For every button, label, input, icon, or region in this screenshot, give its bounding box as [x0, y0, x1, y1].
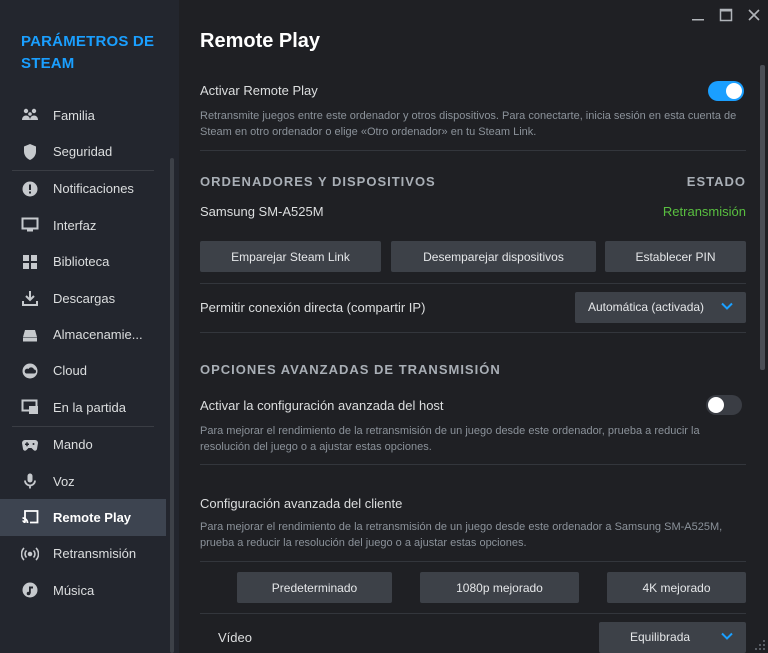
unpair-devices-button[interactable]: Desemparejar dispositivos — [391, 241, 596, 272]
divider — [200, 332, 746, 333]
sidebar-title: PARÁMETROS DE STEAM — [21, 33, 155, 72]
sidebar-item-label: En la partida — [53, 399, 126, 415]
device-status: Retransmisión — [662, 204, 746, 219]
sidebar-item-label: Cloud — [53, 363, 87, 379]
sidebar-item-notifications[interactable]: Notificaciones — [0, 171, 166, 207]
divider — [200, 150, 746, 151]
divider — [200, 464, 746, 465]
broadcast-icon — [21, 545, 39, 563]
direct-connection-dropdown[interactable]: Automática (activada) — [575, 292, 746, 323]
sidebar-item-security[interactable]: Seguridad — [0, 133, 166, 169]
advanced-client-label: Configuración avanzada del cliente — [200, 496, 403, 511]
sidebar-item-controller[interactable]: Mando — [0, 427, 166, 463]
sidebar-item-storage[interactable]: Almacenamie... — [0, 316, 166, 352]
close-button[interactable] — [745, 6, 763, 24]
close-icon — [748, 9, 760, 21]
sidebar: PARÁMETROS DE STEAM Familia Seguridad No… — [0, 0, 179, 653]
remote-play-icon — [21, 508, 39, 526]
sidebar-item-music[interactable]: Música — [0, 572, 166, 608]
preset-default-button[interactable]: Predeterminado — [237, 572, 392, 603]
sidebar-item-family[interactable]: Familia — [0, 97, 166, 133]
grid-icon — [21, 253, 39, 271]
chevron-down-icon — [721, 302, 733, 310]
sidebar-item-broadcast[interactable]: Retransmisión — [0, 536, 166, 572]
sidebar-item-downloads[interactable]: Descargas — [0, 280, 166, 316]
preset-1080p-button[interactable]: 1080p mejorado — [420, 572, 579, 603]
divider — [200, 561, 746, 562]
set-pin-button[interactable]: Establecer PIN — [605, 241, 746, 272]
sidebar-item-label: Remote Play — [53, 509, 132, 525]
music-icon — [21, 581, 39, 599]
enable-remote-play-toggle[interactable] — [708, 81, 744, 101]
sidebar-item-interface[interactable]: Interfaz — [0, 207, 166, 243]
download-icon — [21, 289, 39, 307]
resize-grip-icon[interactable] — [754, 639, 766, 651]
controller-icon — [21, 436, 39, 454]
sidebar-item-label: Mando — [53, 437, 93, 453]
device-name: Samsung SM-A525M — [200, 204, 324, 219]
storage-icon — [21, 326, 39, 344]
sidebar-item-label: Notificaciones — [53, 181, 134, 197]
direct-connection-label: Permitir conexión directa (compartir IP) — [200, 300, 426, 315]
chevron-down-icon — [721, 632, 733, 640]
devices-section-heading: ORDENADORES Y DISPOSITIVOS — [200, 174, 436, 189]
sidebar-item-label: Almacenamie... — [53, 327, 143, 343]
advanced-streaming-heading: OPCIONES AVANZADAS DE TRANSMISIÓN — [200, 362, 501, 377]
sidebar-nav: Familia Seguridad Notificaciones Interfa… — [0, 97, 166, 608]
alert-icon — [21, 180, 39, 198]
advanced-host-label: Activar la configuración avanzada del ho… — [200, 398, 444, 413]
sidebar-item-label: Descargas — [53, 290, 116, 306]
sidebar-scrollbar[interactable] — [170, 158, 174, 653]
direct-connection-value: Automática (activada) — [588, 300, 705, 314]
enable-remote-play-label: Activar Remote Play — [200, 83, 318, 98]
enable-remote-play-description: Retransmite juegos entre este ordenador … — [200, 110, 737, 138]
microphone-icon — [21, 472, 39, 490]
advanced-host-toggle[interactable] — [706, 395, 742, 415]
sidebar-item-label: Familia — [53, 107, 95, 123]
divider — [200, 613, 746, 614]
preset-4k-button[interactable]: 4K mejorado — [607, 572, 746, 603]
sidebar-item-cloud[interactable]: Cloud — [0, 353, 166, 389]
sidebar-item-in-game[interactable]: En la partida — [0, 389, 166, 425]
sidebar-item-label: Voz — [53, 473, 75, 489]
sidebar-item-remote-play[interactable]: Remote Play — [0, 499, 166, 536]
advanced-client-description: Para mejorar el rendimiento de la retran… — [200, 521, 723, 549]
sidebar-item-library[interactable]: Biblioteca — [0, 244, 166, 280]
toggle-knob — [708, 397, 724, 413]
status-column-heading: ESTADO — [686, 174, 746, 189]
divider — [200, 283, 746, 284]
advanced-host-description: Para mejorar el rendimiento de la retran… — [200, 425, 700, 453]
cloud-icon — [21, 362, 39, 380]
toggle-knob — [726, 83, 742, 99]
video-label: Vídeo — [218, 630, 252, 645]
page-title: Remote Play — [200, 30, 321, 52]
sidebar-item-label: Biblioteca — [53, 254, 110, 270]
settings-panel: Remote Play Activar Remote Play Retransm… — [200, 0, 746, 653]
monitor-icon — [21, 216, 39, 234]
shield-icon — [21, 143, 39, 161]
sidebar-item-label: Interfaz — [53, 217, 97, 233]
video-quality-dropdown[interactable]: Equilibrada — [599, 622, 746, 653]
sidebar-item-voice[interactable]: Voz — [0, 463, 166, 499]
sidebar-item-label: Seguridad — [53, 144, 113, 160]
sidebar-item-label: Música — [53, 582, 95, 598]
family-icon — [21, 106, 39, 124]
video-quality-value: Equilibrada — [630, 630, 691, 644]
ingame-icon — [21, 398, 39, 416]
content-scrollbar[interactable] — [760, 65, 765, 370]
pair-steam-link-button[interactable]: Emparejar Steam Link — [200, 241, 381, 272]
sidebar-item-label: Retransmisión — [53, 546, 137, 562]
